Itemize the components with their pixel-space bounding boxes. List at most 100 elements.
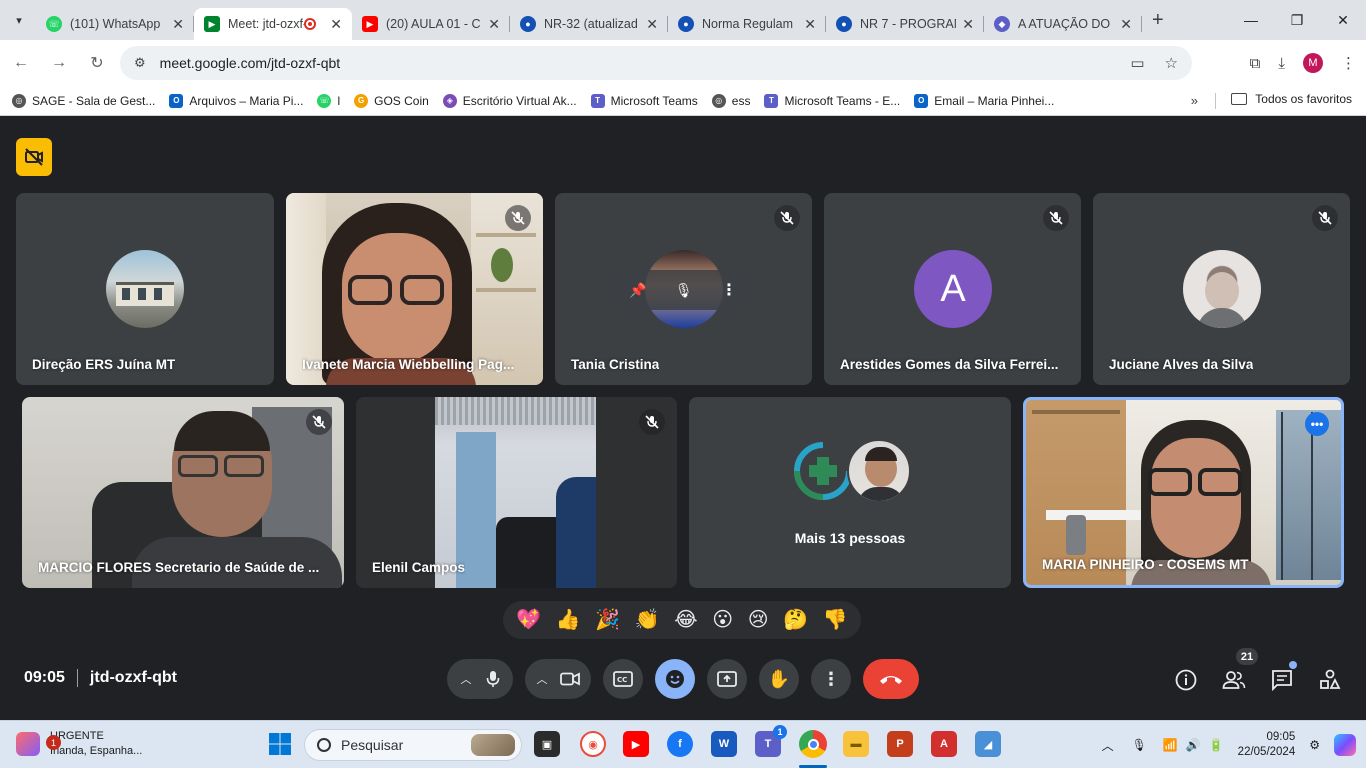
bookmark-email[interactable]: O Email – Maria Pinhei... (914, 93, 1054, 108)
camera-off-icon[interactable] (16, 138, 52, 176)
reaction-thumbs-down-icon[interactable]: 👎 (823, 610, 848, 630)
forward-icon[interactable]: → (42, 46, 76, 80)
participant-video-tile[interactable]: Ivanete Marcia Wiebbelling Pag... (286, 193, 543, 385)
file-explorer-icon[interactable]: ▬ (843, 731, 869, 757)
wifi-icon[interactable]: 📶 (1163, 738, 1178, 752)
more-options-icon[interactable]: ⋮ (721, 280, 737, 300)
chevron-up-icon[interactable]: ︿ (537, 671, 548, 687)
reaction-thumbs-up-icon[interactable]: 👍 (556, 610, 581, 630)
camera-icon[interactable] (559, 672, 580, 686)
meeting-details-icon[interactable] (1173, 667, 1199, 693)
tab-search-button[interactable]: ▾ (6, 7, 32, 33)
tab-norma[interactable]: ● Norma Regulam ✕ (668, 8, 826, 40)
acrobat-icon[interactable]: A (931, 731, 957, 757)
facebook-icon[interactable]: f (667, 731, 693, 757)
bookmark-whatsapp[interactable]: ☏ l (317, 93, 340, 108)
youtube-icon[interactable]: ▶ (623, 731, 649, 757)
raise-hand-button[interactable]: ✋ (759, 659, 799, 699)
tab-whatsapp[interactable]: ☏ (101) WhatsApp ✕ (36, 8, 194, 40)
bookmark-star-icon[interactable]: ☆ (1165, 54, 1178, 72)
start-menu-icon[interactable] (267, 731, 293, 757)
reaction-thinking-icon[interactable]: 🤔 (783, 610, 808, 630)
menu-kebab-icon[interactable]: ⋮ (1341, 54, 1356, 72)
extensions-icon[interactable]: ⧉ (1250, 55, 1261, 72)
reaction-sad-icon[interactable]: 😢 (748, 610, 769, 630)
self-video-tile[interactable]: ••• MARIA PINHEIRO - COSEMS MT (1023, 397, 1344, 588)
close-tab-icon[interactable]: ✕ (646, 16, 658, 33)
participant-video-tile[interactable]: MARCIO FLORES Secretario de Saúde de ... (22, 397, 344, 588)
bookmark-arquivos[interactable]: O Arquivos – Maria Pi... (169, 93, 303, 108)
screen-recorder-icon[interactable]: ◉ (580, 731, 606, 757)
more-options-icon[interactable]: ••• (1305, 412, 1329, 436)
reaction-surprised-icon[interactable]: 😮 (712, 610, 733, 630)
reactions-button[interactable] (655, 659, 695, 699)
leave-call-button[interactable] (863, 659, 919, 699)
close-tab-icon[interactable]: ✕ (488, 16, 500, 33)
minimize-icon[interactable]: — (1228, 0, 1274, 40)
new-tab-icon[interactable]: + (1152, 9, 1164, 32)
reaction-heart-icon[interactable]: 💖 (516, 610, 541, 630)
camera-control[interactable]: ︿ (525, 659, 591, 699)
address-bar[interactable]: ⚙ meet.google.com/jtd-ozxf-qbt ▭ ☆ (120, 46, 1192, 80)
download-icon[interactable]: ⤓ (1278, 55, 1285, 72)
volume-icon[interactable]: 🔊 (1186, 738, 1201, 752)
close-tab-icon[interactable]: ✕ (804, 16, 816, 33)
bookmark-sage[interactable]: ◎ SAGE - Sala de Gest... (12, 93, 155, 108)
notification-settings-icon[interactable]: ⚙ (1309, 738, 1320, 752)
show-hidden-icons[interactable]: ︿ (1102, 737, 1114, 754)
close-tab-icon[interactable]: ✕ (330, 16, 342, 33)
close-tab-icon[interactable]: ✕ (962, 16, 974, 33)
url-text[interactable]: meet.google.com/jtd-ozxf-qbt (160, 55, 341, 71)
activities-icon[interactable] (1317, 667, 1343, 693)
participant-video-tile[interactable]: Elenil Campos (356, 397, 677, 588)
back-icon[interactable]: ← (4, 46, 38, 80)
bookmark-teams[interactable]: T Microsoft Teams (590, 93, 698, 108)
captions-button[interactable]: CC (603, 659, 643, 699)
tab-nr32[interactable]: ● NR-32 (atualizad ✕ (510, 8, 668, 40)
participant-tile[interactable]: Direção ERS Juína MT (16, 193, 274, 385)
bookmark-escritorio[interactable]: ◈ Escritório Virtual Ak... (442, 93, 577, 108)
tab-atuacao[interactable]: ◆ A ATUAÇÃO DO ✕ (984, 8, 1142, 40)
word-icon[interactable]: W (711, 731, 737, 757)
chat-icon[interactable] (1269, 661, 1297, 693)
bookmark-ess[interactable]: ◎ ess (711, 93, 750, 108)
battery-icon[interactable]: 🔋 (1209, 738, 1224, 752)
reload-icon[interactable]: ↻ (80, 46, 114, 80)
present-screen-button[interactable] (707, 659, 747, 699)
participant-tile[interactable]: Juciane Alves da Silva (1093, 193, 1350, 385)
more-bookmarks-icon[interactable]: » (1191, 93, 1198, 108)
more-participants-tile[interactable]: Mais 13 pessoas (689, 397, 1011, 588)
copilot-icon[interactable] (1334, 734, 1356, 756)
news-widget[interactable]: 1 URGENTE Irlanda, Espanha... (16, 729, 142, 759)
tab-meet[interactable]: ▶ Meet: jtd-ozxf-qbt ✕ (194, 8, 352, 40)
microphone-control[interactable]: ︿ (447, 659, 513, 699)
tab-nr7[interactable]: ● NR 7 - PROGRAM ✕ (826, 8, 984, 40)
restore-icon[interactable]: ❐ (1274, 0, 1320, 40)
all-bookmarks-button[interactable]: Todos os favoritos (1231, 92, 1352, 106)
close-window-icon[interactable]: ✕ (1320, 0, 1366, 40)
pin-icon[interactable]: 📌 (629, 282, 646, 299)
reaction-laugh-icon[interactable]: 😂 (674, 610, 697, 630)
tab-youtube[interactable]: ▶ (20) AULA 01 - C ✕ (352, 8, 510, 40)
reaction-clap-icon[interactable]: 👏 (635, 610, 660, 630)
more-options-button[interactable]: ⋮ (811, 659, 851, 699)
teams-icon[interactable]: T 1 (755, 725, 787, 757)
reaction-party-icon[interactable]: 🎉 (595, 610, 620, 630)
site-info-icon[interactable]: ⚙ (134, 55, 146, 71)
close-tab-icon[interactable]: ✕ (172, 16, 184, 33)
chevron-up-icon[interactable]: ︿ (461, 671, 472, 687)
taskbar-search[interactable]: Pesquisar (304, 729, 522, 761)
powerpoint-icon[interactable]: P (887, 731, 913, 757)
participant-tile[interactable]: A Arestides Gomes da Silva Ferrei... (824, 193, 1081, 385)
photos-icon[interactable]: ◢ (975, 731, 1001, 757)
camera-in-use-icon[interactable]: ▭ (1130, 54, 1144, 72)
profile-avatar[interactable]: M (1303, 53, 1323, 73)
chrome-icon[interactable] (799, 730, 827, 758)
bookmark-gos-coin[interactable]: G GOS Coin (354, 93, 429, 108)
close-tab-icon[interactable]: ✕ (1120, 16, 1132, 33)
taskbar-clock[interactable]: 09:05 22/05/2024 (1238, 730, 1296, 760)
participant-tile[interactable]: 📌 🎙 ⋮ Tania Cristina (555, 193, 812, 385)
microphone-in-use-icon[interactable]: 🎙 (1132, 738, 1147, 752)
people-icon[interactable] (1221, 667, 1247, 693)
mute-participant-icon[interactable]: 🎙 (675, 282, 693, 299)
